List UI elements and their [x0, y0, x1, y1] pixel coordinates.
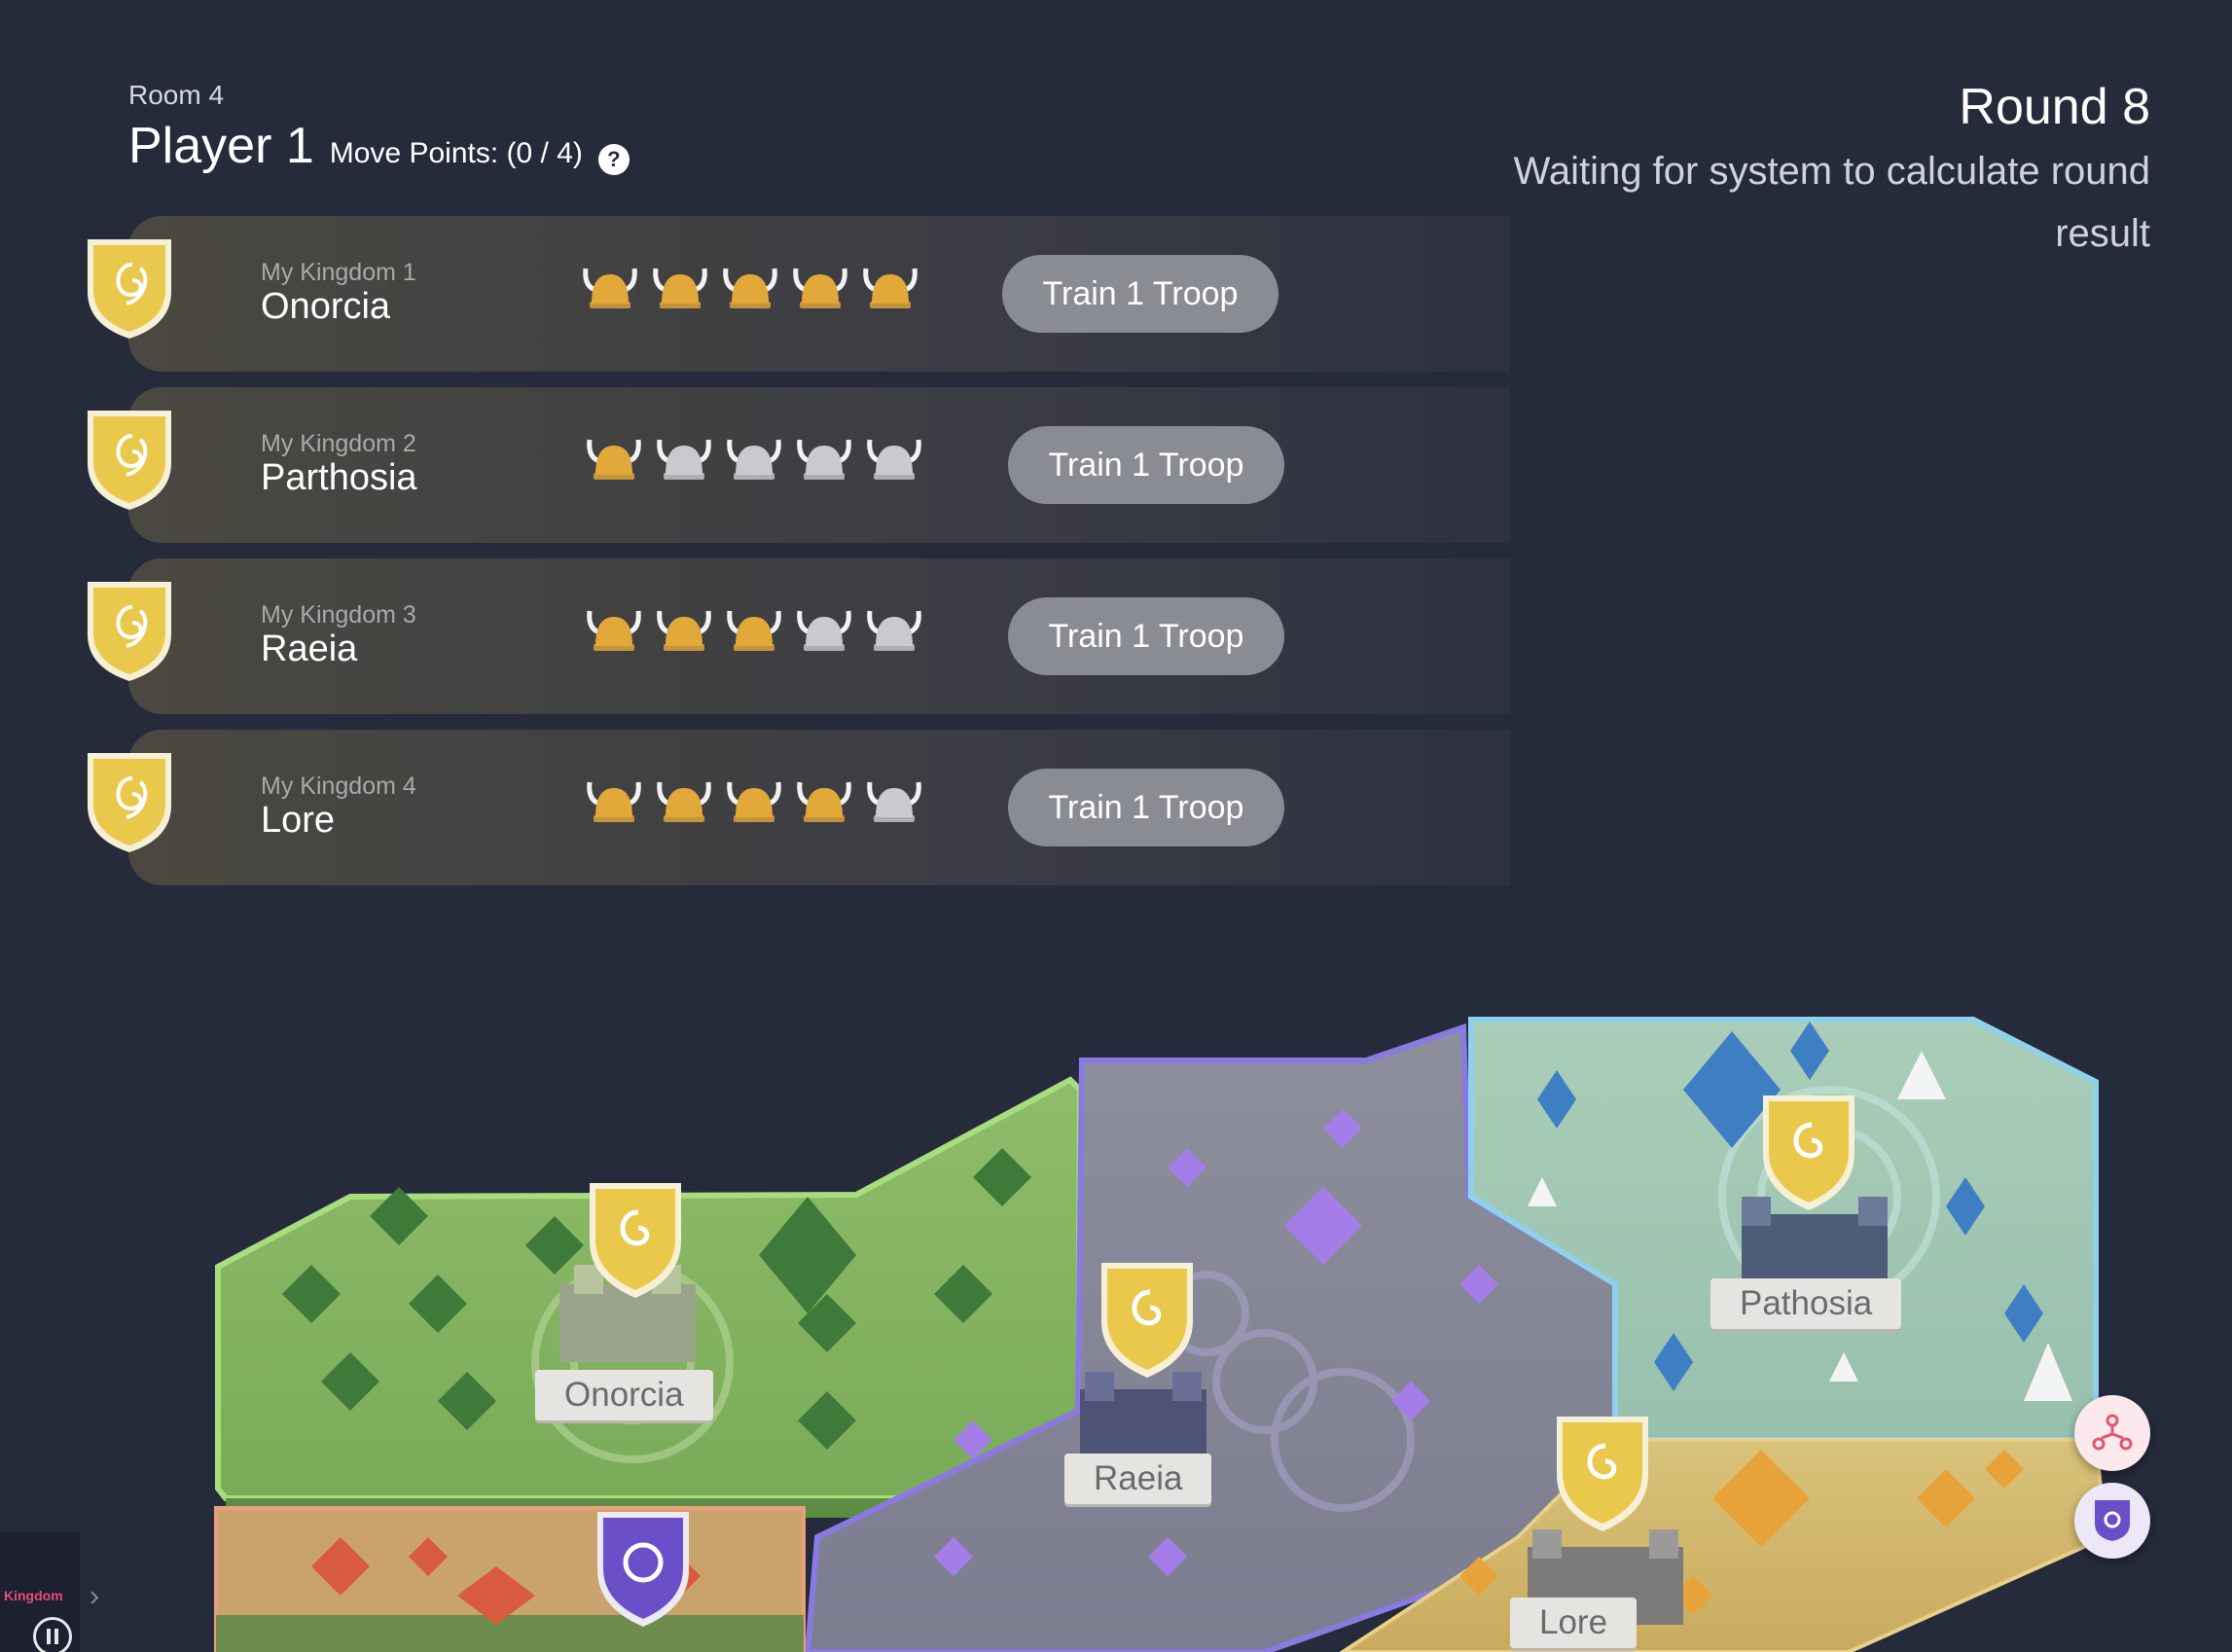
- kingdom-shield-icon: [88, 582, 171, 681]
- troop-helmet-gold-icon: [656, 778, 712, 825]
- troop-helmet-gold-icon: [656, 607, 712, 654]
- troop-helmet-gold-icon: [726, 778, 782, 825]
- train-troop-button[interactable]: Train 1 Troop: [1008, 769, 1284, 846]
- troop-helmet-gold-icon: [862, 265, 918, 311]
- kingdom-row: My Kingdom 4 Lore Train 1 Troop: [88, 730, 1510, 885]
- kingdom-shield-icon: [88, 411, 171, 510]
- train-troop-button[interactable]: Train 1 Troop: [1008, 426, 1284, 504]
- troop-helmet-empty-icon: [866, 778, 922, 825]
- kingdom-number: My Kingdom 4: [261, 772, 416, 800]
- map-label-lore: Lore: [1510, 1598, 1638, 1648]
- troop-slots: [586, 436, 922, 483]
- troop-helmet-empty-icon: [656, 436, 712, 483]
- troop-helmet-gold-icon: [586, 607, 642, 654]
- map-label-raeia: Raeia: [1064, 1454, 1212, 1504]
- kingdom-name: Onorcia: [261, 286, 391, 327]
- kingdom-logo: Kingdom: [4, 1588, 63, 1603]
- troop-helmet-empty-icon: [866, 436, 922, 483]
- alliance-button[interactable]: [2074, 1395, 2150, 1471]
- troop-helmet-empty-icon: [866, 607, 922, 654]
- map-label-pathosia: Pathosia: [1710, 1278, 1902, 1329]
- round-status-text: Waiting for system to calculate round re…: [1513, 150, 2150, 255]
- train-troop-button[interactable]: Train 1 Troop: [1008, 597, 1284, 675]
- kingdom-number: My Kingdom 3: [261, 601, 416, 628]
- kingdom-shield-icon: [88, 753, 171, 852]
- troop-helmet-gold-icon: [586, 778, 642, 825]
- kingdom-row: My Kingdom 3 Raeia Train 1 Troop: [88, 558, 1510, 714]
- troop-slots: [582, 265, 918, 311]
- crest-button[interactable]: [2074, 1483, 2150, 1559]
- room-label: Room 4: [128, 80, 225, 110]
- round-status: Round 8 Waiting for system to calculate …: [1469, 78, 2150, 265]
- help-icon[interactable]: ?: [597, 144, 630, 175]
- kingdom-name: Lore: [261, 800, 336, 841]
- player-name: Player 1: [128, 118, 314, 174]
- kingdom-row: My Kingdom 1 Onorcia Train 1 Troop: [88, 216, 1510, 372]
- troop-slots: [586, 778, 922, 825]
- troop-helmet-gold-icon: [722, 265, 778, 311]
- troop-helmet-gold-icon: [582, 265, 638, 311]
- troop-helmet-gold-icon: [792, 265, 848, 311]
- move-points: Move Points: (0 / 4): [329, 137, 583, 169]
- map-label-onorcia: Onorcia: [535, 1370, 713, 1420]
- troop-helmet-gold-icon: [796, 778, 852, 825]
- troop-helmet-empty-icon: [726, 436, 782, 483]
- troop-helmet-gold-icon: [586, 436, 642, 483]
- kingdom-number: My Kingdom 2: [261, 430, 416, 457]
- troop-helmet-empty-icon: [796, 607, 852, 654]
- troop-slots: [586, 607, 922, 654]
- kingdom-row: My Kingdom 2 Parthosia Train 1 Troop: [88, 387, 1510, 543]
- round-title: Round 8: [1959, 79, 2150, 135]
- purple-crest-icon: [2095, 1500, 2130, 1541]
- chevron-right-icon[interactable]: ›: [90, 1580, 99, 1613]
- network-people-icon: [2092, 1414, 2133, 1451]
- player-header: Room 4 Player 1 Move Points: (0 / 4) ?: [128, 80, 630, 175]
- troop-helmet-gold-icon: [726, 607, 782, 654]
- troop-helmet-gold-icon: [652, 265, 708, 311]
- pause-icon[interactable]: [33, 1617, 72, 1652]
- kingdom-shield-icon: [88, 239, 171, 339]
- kingdom-name: Parthosia: [261, 457, 417, 498]
- troop-helmet-empty-icon: [796, 436, 852, 483]
- kingdom-name: Raeia: [261, 628, 358, 669]
- kingdom-number: My Kingdom 1: [261, 259, 416, 286]
- train-troop-button[interactable]: Train 1 Troop: [1002, 255, 1278, 333]
